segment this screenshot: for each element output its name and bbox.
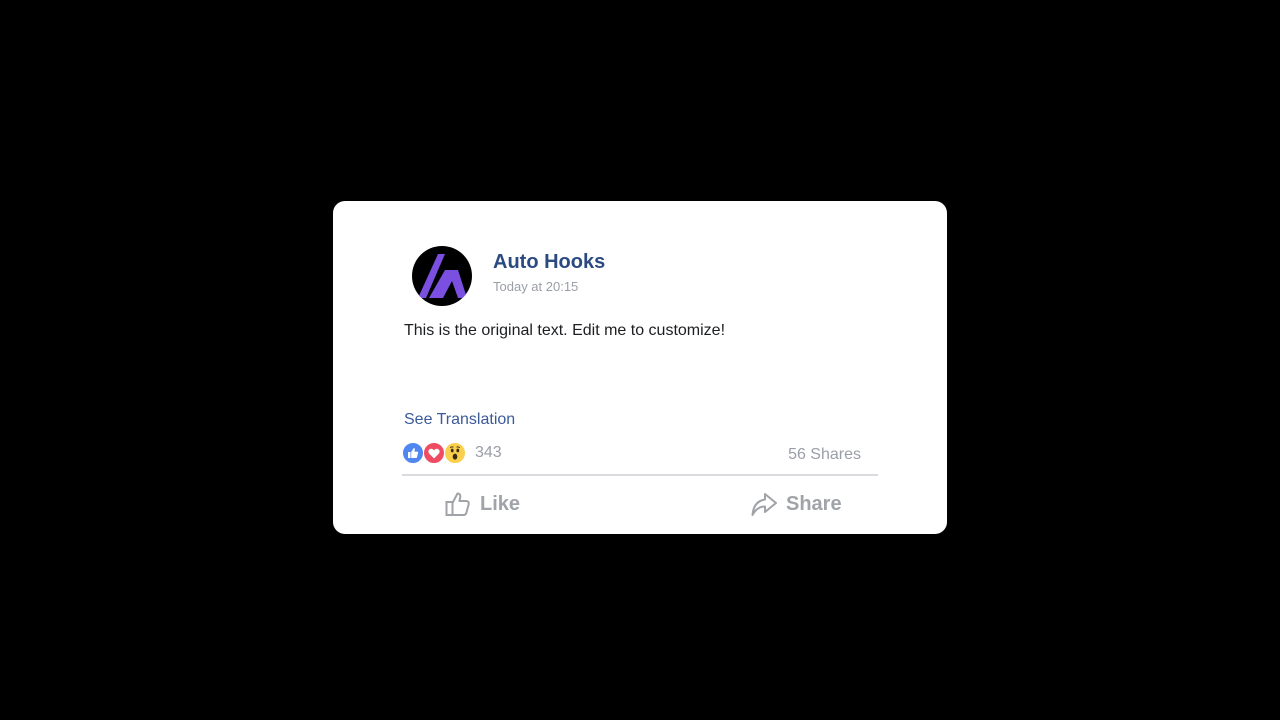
post-card: Auto Hooks Today at 20:15 This is the or… [333,201,947,534]
share-button-label: Share [786,492,842,515]
post-timestamp[interactable]: Today at 20:15 [493,279,578,294]
avatar[interactable] [412,246,472,306]
like-reaction-icon [402,442,424,464]
thumbs-up-icon [445,492,470,516]
share-arrow-icon [751,493,777,516]
auto-hooks-logo-icon [418,254,467,298]
love-reaction-icon [423,442,445,464]
share-button[interactable]: Share [750,488,842,520]
post-text: This is the original text. Edit me to cu… [404,322,726,339]
see-translation-link[interactable]: See Translation [404,411,515,429]
wow-reaction-icon [444,442,466,464]
divider [402,474,878,476]
like-button[interactable]: Like [444,488,520,520]
shares-count[interactable]: 56 Shares [788,446,861,464]
author-name[interactable]: Auto Hooks [493,251,605,274]
reactions-summary[interactable]: 343 [402,441,502,465]
reaction-count: 343 [475,444,502,461]
like-button-label: Like [480,492,521,515]
